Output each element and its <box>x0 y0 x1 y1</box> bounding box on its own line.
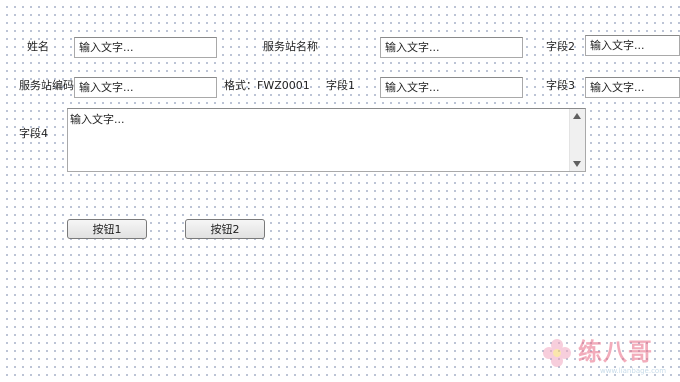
field3-label: 字段3 <box>546 79 575 92</box>
format-hint: 格式：FWZ0001 <box>224 79 310 92</box>
field4-memo[interactable] <box>67 108 586 172</box>
station-code-input[interactable] <box>74 77 217 98</box>
scroll-up-arrow-icon[interactable] <box>573 113 581 119</box>
scroll-down-arrow-icon[interactable] <box>573 161 581 167</box>
station-name-input[interactable] <box>380 37 523 58</box>
field4-label: 字段4 <box>19 127 48 140</box>
field1-label: 字段1 <box>326 79 355 92</box>
name-label: 姓名 <box>27 40 49 53</box>
button-1[interactable]: 按钮1 <box>67 219 147 239</box>
field4-scrollbar[interactable] <box>569 109 585 171</box>
watermark-logo: 练八哥 www.lianbage.com <box>540 334 676 378</box>
field2-input[interactable] <box>585 35 680 56</box>
field1-input[interactable] <box>380 77 523 98</box>
button-2[interactable]: 按钮2 <box>185 219 265 239</box>
flower-icon <box>543 339 571 367</box>
watermark-url: www.lianbage.com <box>600 367 667 375</box>
field2-label: 字段2 <box>546 40 575 53</box>
name-input[interactable] <box>74 37 217 58</box>
watermark-text: 练八哥 <box>578 338 653 366</box>
station-code-label: 服务站编码 <box>19 79 74 92</box>
field3-input[interactable] <box>585 77 680 98</box>
station-name-label: 服务站名称 <box>263 40 318 53</box>
field4-textarea[interactable] <box>68 109 569 171</box>
